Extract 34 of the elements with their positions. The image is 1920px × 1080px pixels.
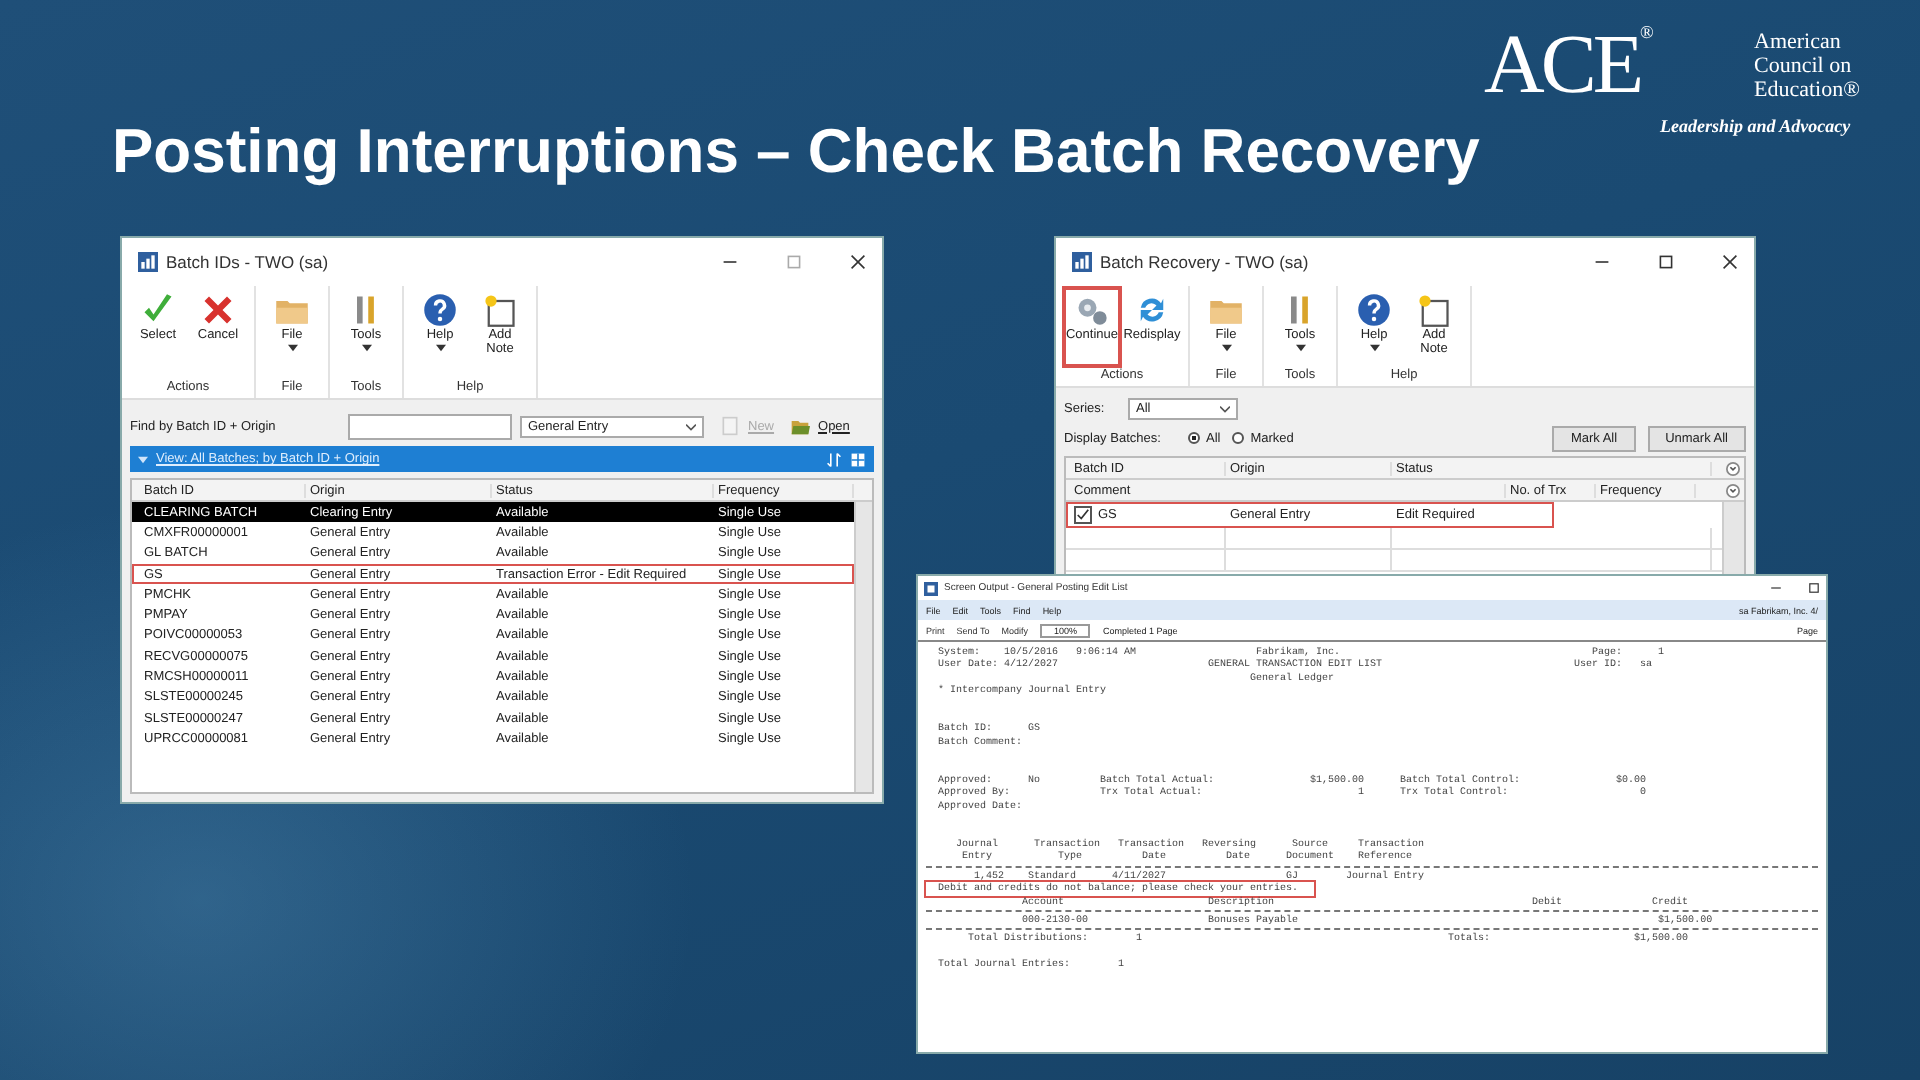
expand-icon[interactable] <box>1726 461 1740 475</box>
find-field[interactable] <box>348 413 512 439</box>
scrollbar[interactable] <box>1722 502 1744 574</box>
close-icon[interactable] <box>850 254 866 270</box>
expand-icon[interactable] <box>1726 483 1740 497</box>
logo-mark: ACE$^{®}$ <box>1484 24 1650 108</box>
scrollbar[interactable] <box>854 502 872 792</box>
maximize-icon[interactable] <box>1658 254 1674 270</box>
caret-icon <box>138 455 148 463</box>
window-title: Batch Recovery - TWO (sa) <box>1100 252 1309 272</box>
app-icon <box>138 252 158 272</box>
maximize-icon[interactable] <box>1808 582 1820 594</box>
app-icon <box>924 581 938 595</box>
folder-icon <box>790 416 811 436</box>
slide-title: Posting Interruptions – Check Batch Recovery <box>112 116 1480 188</box>
minimize-icon[interactable] <box>1770 582 1782 594</box>
close-icon[interactable] <box>1722 254 1738 270</box>
logo-name: Education® <box>1754 78 1860 102</box>
help-icon <box>1356 292 1392 328</box>
new-document-icon <box>720 416 740 436</box>
chevron-down-icon <box>1220 405 1230 413</box>
logo-name: American <box>1754 30 1843 54</box>
grid-icon[interactable] <box>850 451 866 467</box>
app-icon <box>1072 252 1092 272</box>
window-title: Batch IDs - TWO (sa) <box>166 252 329 272</box>
logo-name: Council on <box>1754 54 1854 78</box>
sort-icon[interactable] <box>826 451 842 467</box>
cross-icon <box>200 292 236 328</box>
chevron-down-icon <box>686 423 696 431</box>
note-icon <box>482 292 518 328</box>
checkbox[interactable] <box>1074 506 1092 524</box>
logo-tagline: Leadership and Advocacy <box>1660 116 1851 136</box>
note-icon <box>1416 292 1452 328</box>
help-icon <box>422 292 458 328</box>
